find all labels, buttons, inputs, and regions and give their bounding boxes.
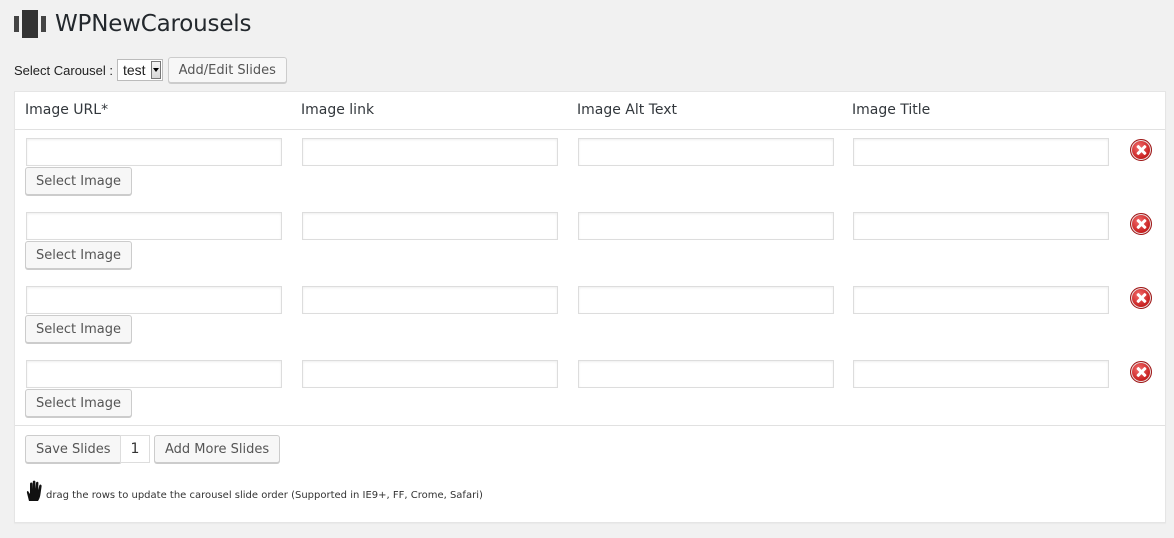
delete-row-icon[interactable]: [1130, 287, 1152, 309]
save-slides-button[interactable]: Save Slides: [25, 435, 122, 463]
image-url-input[interactable]: [26, 360, 282, 388]
slide-row[interactable]: Select Image: [15, 277, 1165, 351]
image-link-input[interactable]: [302, 286, 558, 314]
delete-row-icon[interactable]: [1130, 139, 1152, 161]
slide-row[interactable]: Select Image: [15, 129, 1165, 203]
image-title-input[interactable]: [853, 212, 1109, 240]
image-alt-text-input[interactable]: [578, 138, 834, 166]
slides-panel: Image URL* Image link Image Alt Text Ima…: [14, 91, 1166, 523]
image-title-input[interactable]: [853, 286, 1109, 314]
image-title-input[interactable]: [853, 360, 1109, 388]
column-header-alt-text: Image Alt Text: [577, 102, 678, 118]
column-header-image-url: Image URL*: [25, 102, 109, 118]
column-header-image-link: Image link: [301, 102, 375, 118]
select-image-button[interactable]: Select Image: [25, 241, 132, 269]
image-link-input[interactable]: [302, 212, 558, 240]
table-header: Image URL* Image link Image Alt Text Ima…: [15, 92, 1165, 130]
page-title: WPNewCarousels: [55, 11, 252, 37]
chevron-down-icon[interactable]: [150, 61, 161, 79]
page-header: WPNewCarousels: [14, 8, 251, 40]
select-image-button[interactable]: Select Image: [25, 315, 132, 343]
image-alt-text-input[interactable]: [578, 212, 834, 240]
select-carousel-label: Select Carousel :: [14, 62, 113, 78]
slide-row[interactable]: Select Image: [15, 203, 1165, 277]
column-header-image-title: Image Title: [852, 102, 931, 118]
carousel-select-row: Select Carousel : test Add/Edit Slides: [14, 57, 287, 83]
select-image-button[interactable]: Select Image: [25, 167, 132, 195]
image-link-input[interactable]: [302, 138, 558, 166]
drag-hint-text: drag the rows to update the carousel sli…: [46, 490, 483, 501]
select-image-button[interactable]: Select Image: [25, 389, 132, 417]
image-alt-text-input[interactable]: [578, 286, 834, 314]
image-url-input[interactable]: [26, 286, 282, 314]
carousel-dropdown[interactable]: test: [117, 59, 163, 81]
carousel-dropdown-value: test: [123, 62, 146, 78]
hand-icon: [26, 480, 42, 501]
carousel-logo-icon: [14, 10, 47, 38]
delete-row-icon[interactable]: [1130, 361, 1152, 383]
divider: [15, 425, 1165, 426]
image-url-input[interactable]: [26, 212, 282, 240]
add-edit-slides-button[interactable]: Add/Edit Slides: [167, 57, 287, 83]
image-alt-text-input[interactable]: [578, 360, 834, 388]
image-title-input[interactable]: [853, 138, 1109, 166]
delete-row-icon[interactable]: [1130, 213, 1152, 235]
slide-count-input[interactable]: 1: [120, 435, 150, 463]
drag-hint: drag the rows to update the carousel sli…: [25, 480, 483, 502]
add-more-slides-button[interactable]: Add More Slides: [154, 435, 281, 463]
image-url-input[interactable]: [26, 138, 282, 166]
image-link-input[interactable]: [302, 360, 558, 388]
slide-row[interactable]: Select Image: [15, 351, 1165, 425]
